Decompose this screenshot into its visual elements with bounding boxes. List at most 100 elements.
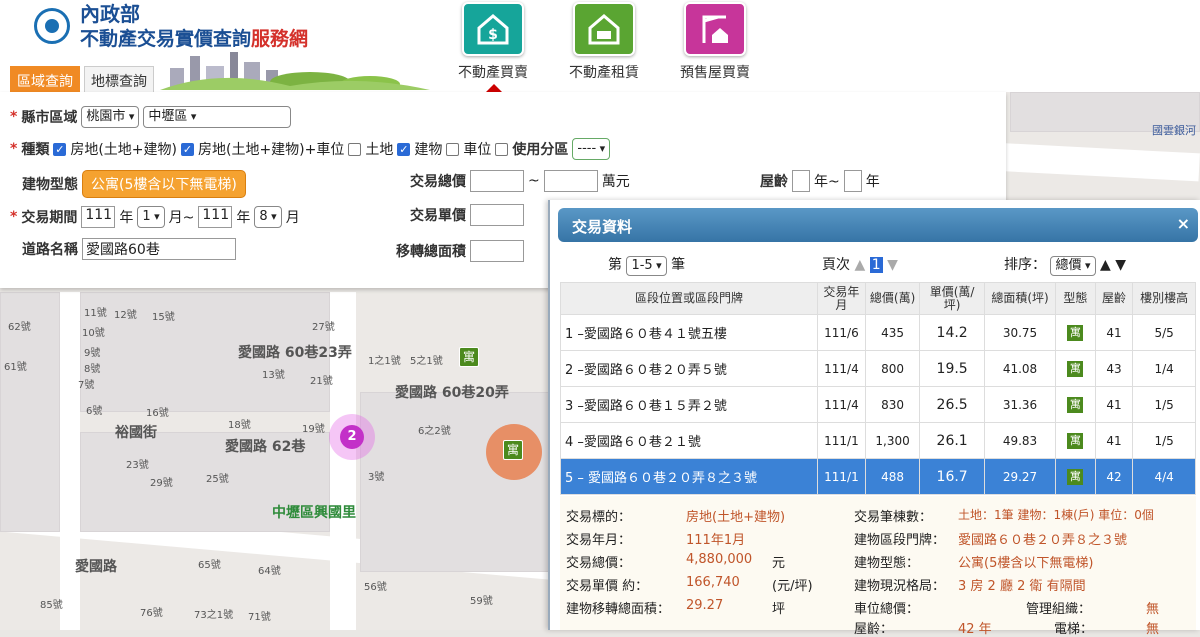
close-icon[interactable]: × <box>1177 214 1190 233</box>
table-row[interactable]: 2 –愛國路６０巷２０弄５號 111/4 800 19.5 41.08 寓 43… <box>560 350 1196 387</box>
nav-presale-sale[interactable]: 預售屋買賣 <box>660 0 770 92</box>
house-number: 5之1號 <box>410 356 443 367</box>
sort-asc-icon[interactable]: ▲ <box>1100 257 1111 273</box>
column-header[interactable]: 區段位置或區段門牌 <box>560 282 818 315</box>
cell-total-price: 1,300 <box>864 422 921 459</box>
house-number: 12號 <box>114 310 137 321</box>
apartment-type-icon[interactable]: 寓 <box>1067 396 1084 413</box>
apartment-type-icon[interactable]: 寓 <box>1067 468 1084 485</box>
nav-property-rent[interactable]: 不動產租賃 <box>549 0 659 92</box>
next-page-icon[interactable]: ▼ <box>887 257 898 273</box>
zoning-select[interactable]: ---- <box>572 138 611 160</box>
detail-value: 3 房 2 廳 2 衛 有隔間 <box>958 579 1086 594</box>
prev-page-icon[interactable]: ▲ <box>854 257 865 273</box>
table-row[interactable]: 3 –愛國路６０巷１５弄２號 111/4 830 26.5 31.36 寓 41… <box>560 386 1196 423</box>
month-to-select[interactable]: 8 <box>254 206 282 228</box>
road-input[interactable]: 愛國路60巷 <box>82 238 236 260</box>
city-select[interactable]: 桃園市 <box>81 106 140 128</box>
period-row: * 交易期間 111 年 1 月~ 111 年 8 月 <box>10 206 300 228</box>
kind-checkbox[interactable] <box>348 142 362 156</box>
detail-label: 建物現況格局： <box>854 579 946 594</box>
cell-address: 3 –愛國路６０巷１５弄２號 <box>560 386 818 423</box>
kind-checkbox[interactable] <box>446 142 460 156</box>
detail-label: 交易標的： <box>566 510 632 525</box>
sort-select[interactable]: 總價 <box>1050 256 1096 276</box>
site-title[interactable]: 不動產交易實價查詢服務網 <box>80 24 308 51</box>
month-unit-to: 月~ <box>168 210 195 226</box>
month-from-select[interactable]: 1 <box>137 206 165 228</box>
city-row: * 縣市區域 桃園市 中壢區 <box>10 106 292 128</box>
detail-label: 建物移轉總面積： <box>566 602 671 617</box>
district-select[interactable]: 中壢區 <box>143 106 292 128</box>
current-page[interactable]: 1 <box>869 257 883 273</box>
kind-checkbox[interactable]: ✓ <box>180 142 194 156</box>
kind-option-label: 土地 <box>365 142 394 158</box>
cluster-marker[interactable]: 2 <box>329 414 375 460</box>
age-unit-to: 年~ <box>814 174 840 190</box>
street-label: 愛國路 62巷 <box>225 439 306 455</box>
age-max-input[interactable] <box>843 170 862 192</box>
ministry-emblem-icon[interactable] <box>34 8 70 44</box>
building-type-select[interactable]: 公寓(5樓含以下無電梯) <box>82 170 246 198</box>
transfer-area-row: 移轉總面積 <box>396 240 524 262</box>
cell-unit-price: 26.1 <box>919 422 985 459</box>
total-price-min-input[interactable] <box>470 170 524 192</box>
transfer-area-min-input[interactable] <box>470 240 524 262</box>
cell-year-month: 111/1 <box>816 458 866 495</box>
column-header[interactable]: 型態 <box>1055 282 1096 315</box>
column-header[interactable]: 單價(萬/坪) <box>919 282 985 315</box>
sort-control: 排序： 總價 ▲ ▼ <box>1004 254 1126 276</box>
site-title-main: 不動產交易實價查詢 <box>80 28 252 50</box>
building-type-row: 建物型態 公寓(5樓含以下無電梯) <box>22 170 246 198</box>
apartment-type-icon[interactable]: 寓 <box>1067 360 1084 377</box>
detail-value: 4,880,000 <box>686 552 753 567</box>
house-number: 13號 <box>262 370 285 381</box>
nav-label: 預售屋買賣 <box>680 65 750 81</box>
page-prefix: 第 <box>608 257 622 273</box>
house-number: 1之1號 <box>368 356 401 367</box>
tab-landmark-search[interactable]: 地標查詢 <box>84 66 154 92</box>
cell-total-price: 830 <box>864 386 921 423</box>
apartment-type-icon[interactable]: 寓 <box>1067 432 1084 449</box>
age-label: 屋齡 <box>760 174 788 190</box>
year-from-input[interactable]: 111 <box>81 206 116 228</box>
apartment-type-icon[interactable]: 寓 <box>1067 324 1084 341</box>
unit-price-min-input[interactable] <box>470 204 524 226</box>
house-number: 61號 <box>4 362 27 373</box>
property-marker-icon[interactable]: 寓 <box>459 347 479 367</box>
column-header[interactable]: 樓別樓高 <box>1132 282 1196 315</box>
cell-area: 30.75 <box>983 314 1057 351</box>
age-min-input[interactable] <box>792 170 810 192</box>
column-header[interactable]: 交易年月 <box>816 282 866 315</box>
selected-property-highlight[interactable]: 寓 <box>486 424 542 480</box>
table-row[interactable]: 1 –愛國路６０巷４１號五樓 111/6 435 14.2 30.75 寓 41… <box>560 314 1196 351</box>
column-header[interactable]: 屋齡 <box>1094 282 1134 315</box>
column-header[interactable]: 總面積(坪) <box>983 282 1057 315</box>
detail-value: 房地(土地+建物) <box>686 510 786 525</box>
nav-property-sale[interactable]: $ 不動產買賣 <box>438 0 548 92</box>
table-row[interactable]: 4 –愛國路６０巷２１號 111/1 1,300 26.1 49.83 寓 41… <box>560 422 1196 459</box>
detail-value: 無 <box>1146 622 1160 637</box>
property-marker-icon: 寓 <box>503 440 523 460</box>
kind-option-label: 車位 <box>463 142 492 158</box>
tab-district-search[interactable]: 區域查詢 <box>10 66 80 92</box>
house-number: 62號 <box>8 322 31 333</box>
year-to-input[interactable]: 111 <box>198 206 233 228</box>
page-size-select[interactable]: 1-5 <box>626 256 667 276</box>
cell-unit-price: 16.7 <box>919 458 985 495</box>
table-row-selected[interactable]: 5 – 愛國路６０巷２０弄８之３號 111/1 488 16.7 29.27 寓… <box>560 458 1196 495</box>
required-mark: * <box>10 109 18 125</box>
sort-desc-icon[interactable]: ▼ <box>1115 257 1126 273</box>
required-mark: * <box>10 141 18 157</box>
zoning-checkbox[interactable] <box>495 142 509 156</box>
detail-value: 無 <box>1146 602 1160 617</box>
cell-year-month: 111/1 <box>816 422 866 459</box>
column-header[interactable]: 總價(萬) <box>864 282 921 315</box>
kind-checkbox[interactable]: ✓ <box>53 142 67 156</box>
road-label: 道路名稱 <box>22 242 78 258</box>
house-number: 16號 <box>146 408 169 419</box>
house-number: 15號 <box>152 312 175 323</box>
total-price-max-input[interactable] <box>543 170 598 192</box>
kind-checkbox[interactable]: ✓ <box>397 142 411 156</box>
cell-age: 41 <box>1094 422 1134 459</box>
